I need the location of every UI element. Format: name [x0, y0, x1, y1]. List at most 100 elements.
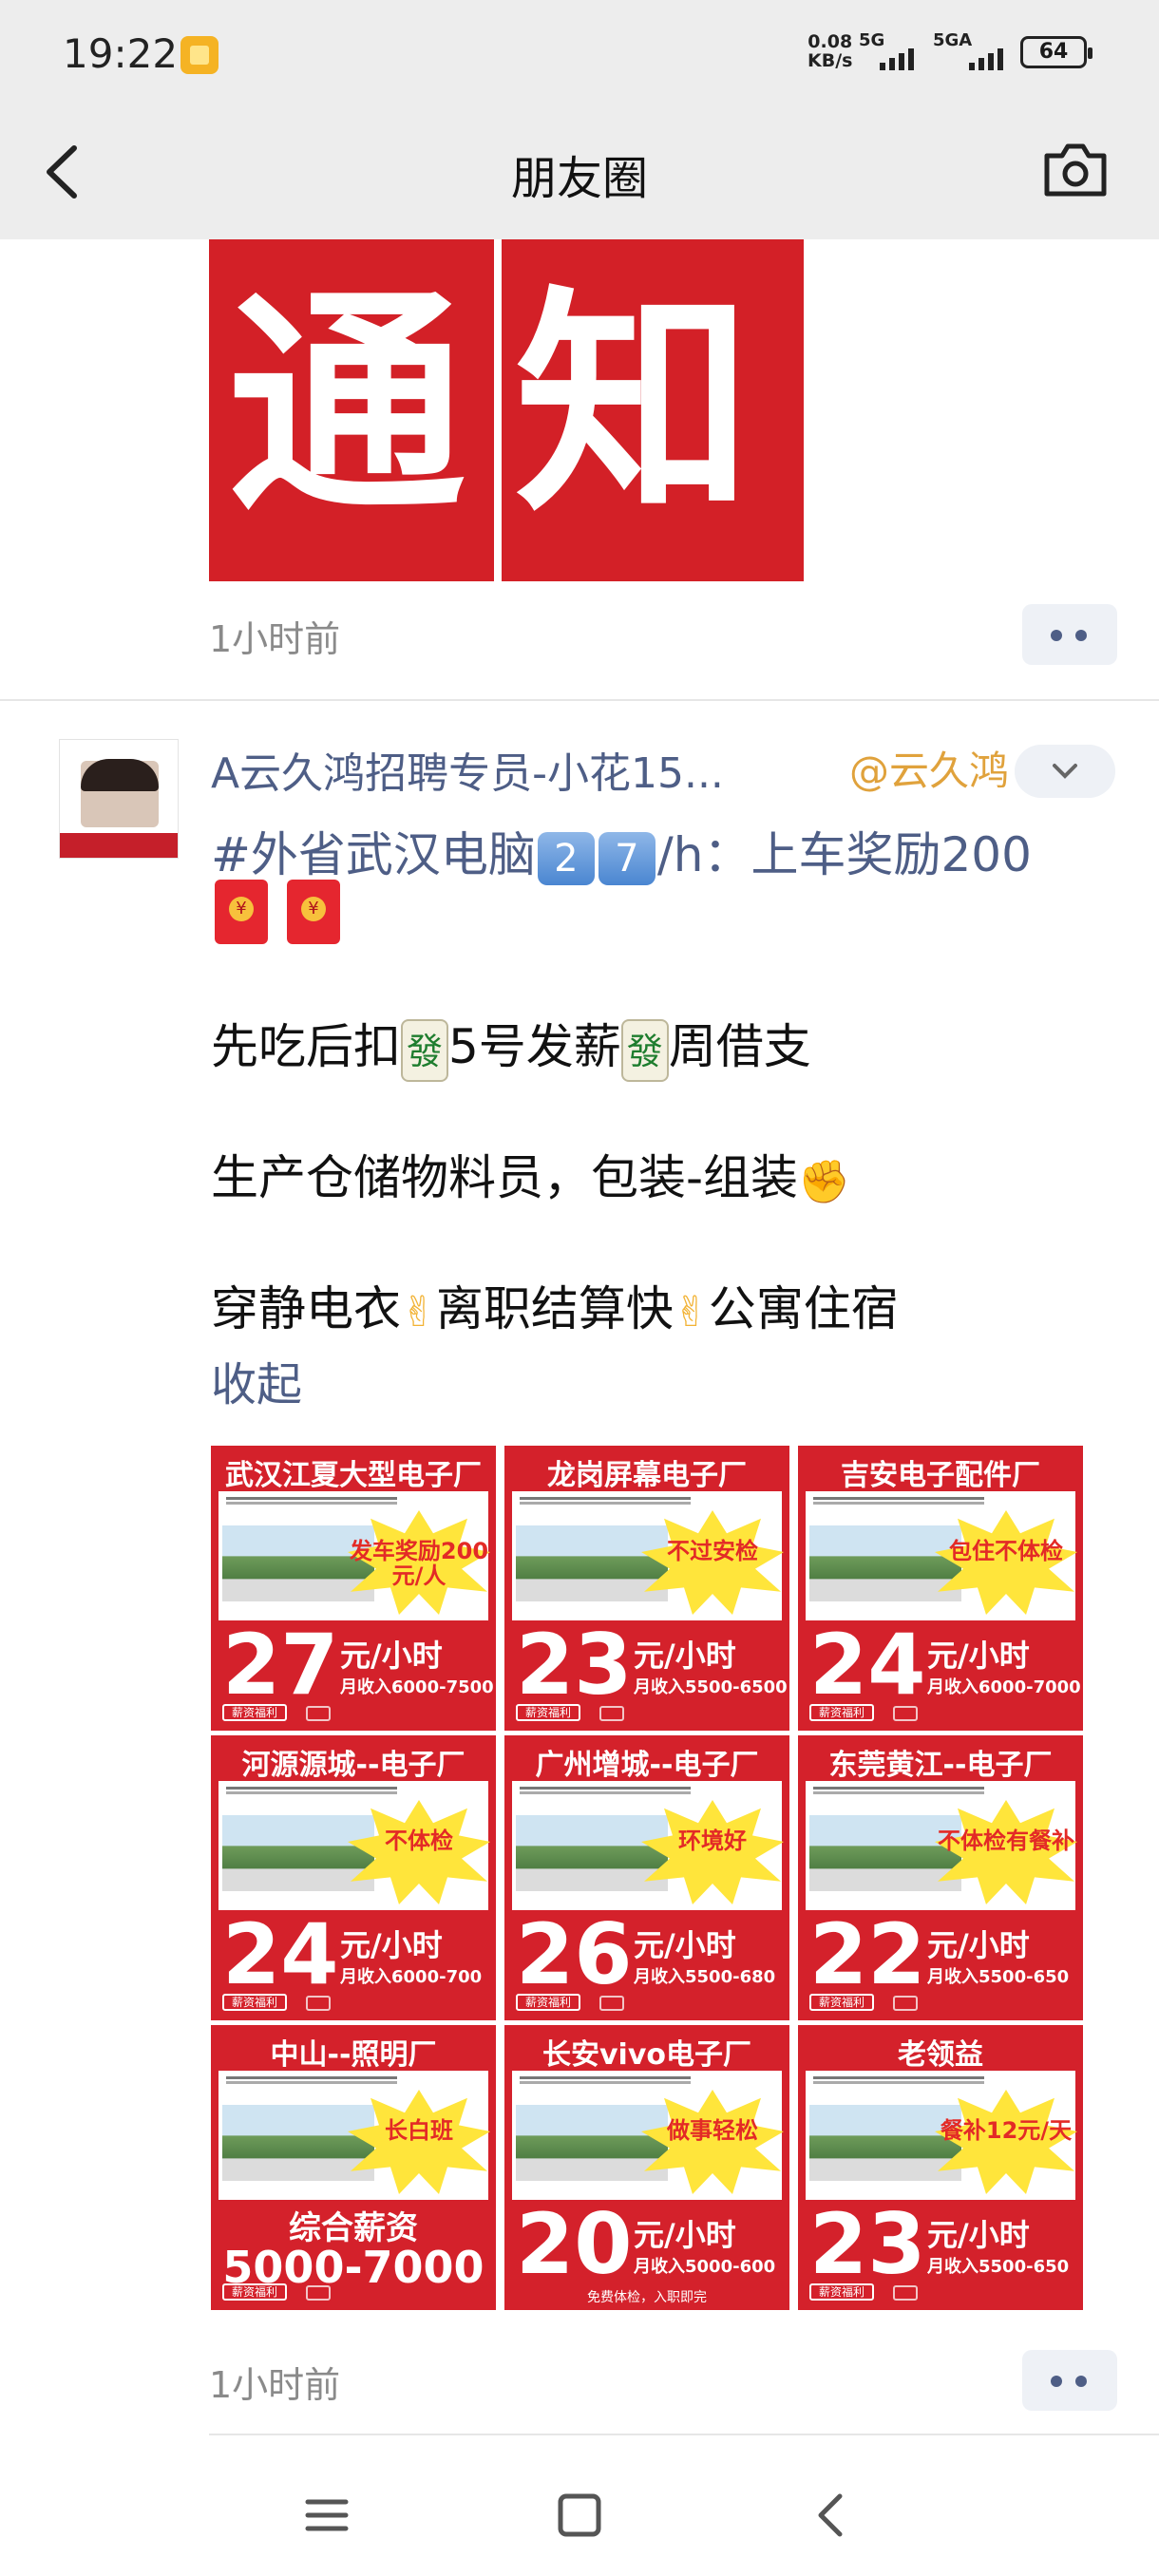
avatar-band	[60, 833, 178, 858]
poster-wage-unit: 元/小时	[340, 1638, 443, 1674]
poster-image[interactable]: 长安vivo电子厂 做事轻松 20 元/小时 月收入5000-600 免费体检，入职即完	[504, 2025, 789, 2310]
poster-wage-unit: 元/小时	[927, 2217, 1030, 2253]
chevron-down-icon[interactable]	[1015, 745, 1115, 798]
poster-wage: 22	[809, 1905, 926, 2003]
back-icon[interactable]	[806, 2489, 859, 2542]
poster-title: 老领益	[898, 2038, 983, 2072]
poster-badge: 做事轻松	[667, 2117, 758, 2144]
red-envelope-emojis	[215, 880, 340, 944]
poster-note: 免费体检，入职即完	[587, 2290, 707, 2305]
poster-badge: 发车奖励200元/人	[349, 1538, 489, 1589]
poster-image[interactable]: 老领益 餐补12元/天 23 元/小时 月收入5500-650 薪资福利	[798, 2025, 1083, 2310]
poster-income: 月收入5000-600	[634, 2257, 776, 2277]
poster-income: 月收入6000-7500	[340, 1677, 494, 1697]
poster-logo-icon	[893, 2285, 918, 2301]
poster-badge: 包住不体检	[949, 1538, 1063, 1564]
status-bar: 19:22 0.08 KB/s 5G 5GA 64	[0, 0, 1159, 104]
keycap-7-icon: 7	[598, 831, 656, 885]
hashtag-suffix: /h：上车奖励200	[656, 827, 1032, 882]
mahjong-tile-icon: 發	[401, 1018, 448, 1082]
top-bar: 19:22 0.08 KB/s 5G 5GA 64 朋友圈	[0, 0, 1159, 239]
avatar[interactable]	[59, 739, 179, 859]
hashtag-line[interactable]: #外省武汉电脑 2 7/h：上车奖励200	[211, 817, 1032, 885]
poster-fine-print	[226, 2076, 397, 2084]
notice-glyph-2: 知	[515, 267, 752, 543]
victory-hand-icon: ✌	[401, 1288, 436, 1336]
line3-a: 穿静电衣	[211, 1281, 401, 1336]
status-time: 19:22	[63, 30, 179, 77]
poster-title: 中山--照明厂	[270, 2038, 437, 2072]
poster-income: 月收入5500-680	[634, 1967, 776, 1987]
factory-photo	[222, 2105, 374, 2181]
poster-image[interactable]: 吉安电子配件厂 包住不体检 24 元/小时 月收入6000-7000 薪资福利	[798, 1446, 1083, 1731]
post-time: 1小时前	[209, 2364, 341, 2406]
red-envelope-icon	[215, 880, 268, 944]
red-envelope-icon	[287, 880, 340, 944]
poster-image[interactable]: 东莞黄江--电子厂 不体检有餐补 22 元/小时 月收入5500-650 薪资福利	[798, 1735, 1083, 2020]
flexed-arm-icon: ✊	[798, 1157, 850, 1206]
poster-image[interactable]: 龙岗屏幕电子厂 不过安检 23 元/小时 月收入5500-6500 薪资福利	[504, 1446, 789, 1731]
poster-footer: 薪资福利	[222, 1994, 287, 2011]
poster-title: 龙岗屏幕电子厂	[547, 1459, 747, 1492]
poster-image[interactable]: 中山--照明厂 长白班 综合薪资 5000-7000 薪资福利	[211, 2025, 496, 2310]
poster-wage: 26	[516, 1905, 633, 2003]
signal-icon-2	[969, 46, 1003, 70]
image-grid: 武汉江夏大型电子厂 发车奖励200元/人 27 元/小时 月收入6000-7500 薪资福…	[211, 1446, 1083, 2310]
post-time: 1小时前	[209, 618, 341, 660]
poster-fine-print	[226, 1787, 397, 1794]
poster-fine-print	[520, 2076, 691, 2084]
menu-icon[interactable]	[300, 2489, 353, 2542]
poster-footer: 薪资福利	[809, 1704, 874, 1721]
nav-bar: 朋友圈	[0, 104, 1159, 239]
factory-photo	[516, 1815, 668, 1891]
collapse-link[interactable]: 收起	[211, 1347, 302, 1413]
camera-icon[interactable]	[1041, 139, 1110, 201]
notice-image[interactable]: 通 知	[209, 239, 804, 581]
poster-footer: 薪资福利	[516, 1994, 580, 2011]
poster-income: 月收入6000-7000	[927, 1677, 1081, 1697]
poster-wage-unit: 元/小时	[340, 1927, 443, 1963]
poster-title: 东莞黄江--电子厂	[828, 1749, 1053, 1782]
poster-badge: 餐补12元/天	[940, 2117, 1073, 2144]
poster-logo-icon	[893, 1706, 918, 1721]
poster-income: 月收入6000-700	[340, 1967, 483, 1987]
poster-title: 广州增城--电子厂	[535, 1749, 759, 1782]
poster-logo-icon	[306, 1706, 331, 1721]
line3-b: 离职结算快	[435, 1281, 674, 1336]
poster-image[interactable]: 河源源城--电子厂 不体检 24 元/小时 月收入6000-700 薪资福利	[211, 1735, 496, 2020]
poster-logo-icon	[599, 1996, 624, 2011]
poster-badge: 长白班	[385, 2117, 453, 2144]
author-name[interactable]: A云久鸿招聘专员-小花15...	[211, 739, 838, 800]
notice-divider	[494, 239, 502, 581]
avatar-hair	[81, 759, 159, 791]
factory-photo	[809, 2105, 961, 2181]
speed-value: 0.08	[808, 31, 853, 52]
poster-wage-unit: 元/小时	[634, 2217, 736, 2253]
line1-b: 5号发薪	[448, 1019, 621, 1074]
poster-wage-unit: 元/小时	[634, 1638, 736, 1674]
factory-photo	[222, 1815, 374, 1891]
more-options-button[interactable]	[1022, 604, 1117, 665]
notification-icon	[180, 36, 218, 74]
poster-logo-icon	[599, 1706, 624, 1721]
hashtag-prefix: #外省武汉电脑	[211, 827, 536, 882]
mention-link[interactable]: @云久鸿	[849, 739, 1009, 797]
poster-footer: 薪资福利	[222, 1704, 287, 1721]
poster-footer: 薪资福利	[809, 1994, 874, 2011]
poster-wage: 24	[222, 1905, 339, 2003]
poster-wage: 24	[809, 1616, 926, 1714]
poster-image[interactable]: 广州增城--电子厂 环境好 26 元/小时 月收入5500-680 薪资福利	[504, 1735, 789, 2020]
factory-photo	[809, 1525, 961, 1601]
poster-fine-print	[813, 1787, 984, 1794]
more-options-button[interactable]	[1022, 2350, 1117, 2411]
poster-image[interactable]: 武汉江夏大型电子厂 发车奖励200元/人 27 元/小时 月收入6000-7500 薪资福…	[211, 1446, 496, 1731]
network-speed: 0.08 KB/s	[808, 32, 852, 70]
system-nav-bar	[0, 2443, 1159, 2576]
poster-title: 河源源城--电子厂	[241, 1749, 466, 1782]
line3-c: 公寓住宿	[708, 1281, 899, 1336]
poster-wage-unit: 元/小时	[927, 1927, 1030, 1963]
divider	[0, 699, 1159, 701]
poster-wage: 23	[809, 2195, 926, 2293]
poster-fine-print	[813, 2076, 984, 2084]
home-icon[interactable]	[553, 2489, 606, 2542]
